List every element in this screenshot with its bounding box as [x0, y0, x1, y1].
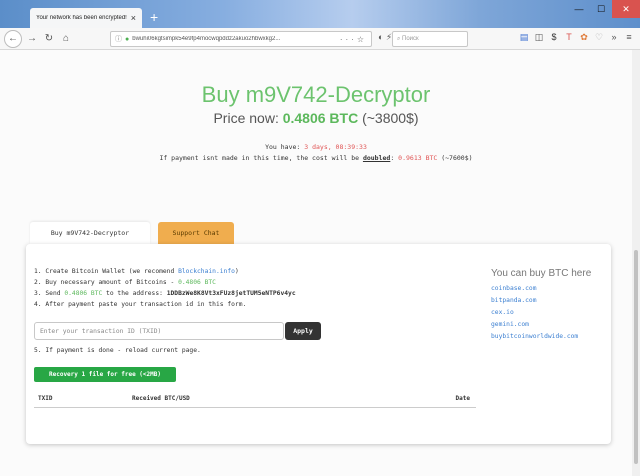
column-received: Received BTC/USD — [132, 395, 190, 402]
browser-tab[interactable]: Your network has been encrypted! × — [30, 8, 142, 28]
buy-link-gemini[interactable]: gemini.com — [491, 319, 606, 331]
translate-icon[interactable]: T — [564, 32, 574, 43]
instructions-list: 1. Create Bitcoin Wallet (we recomend Bl… — [34, 266, 484, 310]
search-bar[interactable]: ⌕ Поиск — [392, 31, 468, 47]
bookmarks-icon[interactable]: ▤ — [519, 32, 529, 43]
step-4: 4. After payment paste your transaction … — [34, 301, 247, 308]
step-5: 5. If payment is done - reload current p… — [34, 347, 201, 354]
back-icon[interactable]: ← — [4, 29, 22, 48]
step-1: 1. Create Bitcoin Wallet (we recomend Bl… — [34, 266, 484, 277]
step-3-mid: to the address: — [102, 290, 167, 297]
buy-btc-title: You can buy BTC here — [491, 268, 592, 279]
search-placeholder: Поиск — [402, 36, 419, 42]
dollar-icon[interactable]: $ — [549, 32, 559, 43]
scrollbar-thumb[interactable] — [634, 250, 638, 464]
recovery-free-file-button[interactable]: Recovery 1 file for free (<2MB) — [34, 367, 176, 382]
step-2: 2. Buy necessary amount of Bitcoins - 0.… — [34, 277, 484, 288]
step-3: 3. Send 0.4806 BTC to the address: 1DDBz… — [34, 288, 484, 299]
blockchain-link[interactable]: Blockchain.info — [178, 268, 235, 275]
extension-icon[interactable]: ✿ — [579, 32, 589, 43]
page-title: Buy m9V742-Decryptor — [201, 82, 431, 107]
warning-btc: 0.9613 BTC — [398, 154, 438, 162]
close-tab-icon[interactable]: × — [131, 13, 136, 23]
time-remaining: You have: 3 days, 08:39:33 — [0, 143, 632, 151]
onion-icon: ● — [125, 35, 130, 43]
shield-icon[interactable]: ◐ ⚡ — [378, 32, 392, 43]
step-3-amount: 0.4806 BTC — [64, 290, 103, 297]
warning-prefix: If payment isnt made in this time, the c… — [159, 154, 363, 162]
toolbar-icons: ▤ ◫ $ T ✿ ♡ » ≡ — [519, 32, 634, 43]
menu-icon[interactable]: ≡ — [624, 32, 634, 43]
step-2-amount: 0.4806 BTC — [178, 279, 216, 286]
step-2-text: 2. Buy necessary amount of Bitcoins - — [34, 279, 179, 286]
warning-doubled: doubled — [362, 154, 391, 162]
buy-link-coinbase[interactable]: coinbase.com — [491, 283, 606, 295]
buy-btc-panel: You can buy BTC here coinbase.com bitpan… — [491, 268, 606, 343]
tab-support-chat[interactable]: Support Chat — [158, 222, 234, 244]
txid-input[interactable] — [34, 322, 284, 340]
price-label: Price now: — [213, 110, 283, 126]
price-usd: (~3800$) — [358, 110, 419, 126]
reload-icon[interactable]: ↻ — [42, 31, 56, 47]
step-3-text: 3. Send — [34, 290, 65, 297]
overflow-icon[interactable]: » — [609, 32, 619, 43]
warning-usd: (~7600$) — [437, 154, 473, 162]
price-line: Price now: 0.4806 BTC (~3800$) — [0, 110, 632, 126]
scrollbar[interactable] — [632, 50, 640, 476]
forward-icon[interactable]: → — [25, 31, 39, 47]
column-date: Date — [455, 395, 470, 402]
apply-button[interactable]: Apply — [285, 322, 321, 340]
sidebar-icon[interactable]: ◫ — [534, 32, 544, 43]
payment-card: 1. Create Bitcoin Wallet (we recomend Bl… — [26, 244, 611, 444]
url-actions-icon[interactable]: ···☆ — [340, 35, 367, 44]
column-txid: TXID — [38, 395, 53, 402]
tab-buy-decryptor[interactable]: Buy m9V742-Decryptor — [30, 222, 150, 244]
price-btc: 0.4806 BTC — [282, 110, 359, 126]
step-1-text: 1. Create Bitcoin Wallet (we recomend — [34, 268, 179, 275]
time-value: 3 days, 08:39:33 — [304, 143, 367, 151]
info-icon[interactable]: ⓘ — [115, 34, 122, 44]
window-controls: — ☐ ✕ — [568, 0, 640, 18]
window-titlebar: Your network has been encrypted! × + — ☐… — [0, 0, 640, 28]
buy-link-buybitcoinworldwide[interactable]: buybitcoinworldwide.com — [491, 331, 606, 343]
warning-colon: : — [390, 154, 399, 162]
home-icon[interactable]: ⌂ — [59, 31, 73, 47]
maximize-icon[interactable]: ☐ — [590, 0, 612, 18]
transactions-table-header: TXID Received BTC/USD Date — [34, 390, 476, 408]
step-1-suffix: ) — [234, 268, 239, 275]
price-warning: If payment isnt made in this time, the c… — [0, 154, 632, 162]
time-label: You have: — [265, 143, 305, 151]
buy-link-bitpanda[interactable]: bitpanda.com — [491, 295, 606, 307]
minimize-icon[interactable]: — — [568, 0, 590, 18]
window-close-icon[interactable]: ✕ — [612, 0, 640, 18]
url-bar[interactable]: ⓘ ● bwuhi06kgtsimpk54e9fp4mocwqpddz2akuo… — [110, 31, 372, 47]
tab-title: Your network has been encrypted! — [36, 15, 127, 21]
buy-link-cex[interactable]: cex.io — [491, 307, 606, 319]
navigation-bar: ← → ↻ ⌂ ⓘ ● bwuhi06kgtsimpk54e9fp4mocwqp… — [0, 28, 640, 50]
shield-extension-icon[interactable]: ♡ — [594, 32, 604, 43]
bitcoin-address[interactable]: 1DDBzWe8K8Vt3xFUz8jetTUM5eNTP6v4yc — [167, 290, 296, 297]
new-tab-icon[interactable]: + — [150, 10, 158, 24]
url-text: bwuhi06kgtsimpk54e9fp4mocwqpddz2akuo2hbw… — [132, 36, 281, 42]
